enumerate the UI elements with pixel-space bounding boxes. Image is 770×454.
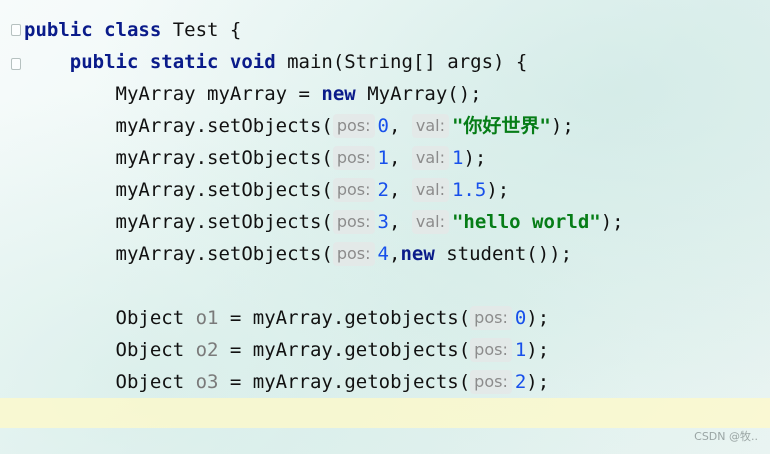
code-keyword: public static void	[69, 51, 276, 73]
code-line[interactable]: myArray.setObjects(pos: 3, val: "hello wor…	[0, 206, 770, 238]
code-text: );	[526, 339, 550, 361]
code-line[interactable]	[0, 270, 770, 302]
code-string: "hello world"	[451, 211, 601, 233]
code-text: = myArray.getobjects(	[218, 339, 471, 361]
watermark: CSDN @牧..	[694, 430, 758, 443]
code-keyword: new	[400, 243, 435, 265]
code-text: = myArray.getobjects(	[218, 371, 471, 393]
code-keyword: new	[321, 83, 356, 105]
code-line[interactable]: myArray.setObjects(pos: 2, val: 1.5);	[0, 174, 770, 206]
code-text: Object	[115, 307, 196, 329]
code-text: Object	[115, 371, 196, 393]
code-text: );	[526, 371, 550, 393]
code-text: student());	[434, 243, 573, 265]
code-text: );	[526, 307, 550, 329]
parameter-hint: pos:	[470, 338, 512, 362]
code-number: 1	[451, 147, 464, 169]
code-text: ,	[388, 179, 412, 201]
code-text: );	[550, 115, 574, 137]
code-text: myArray.setObjects(	[115, 211, 333, 233]
code-number: 4	[377, 243, 389, 265]
code-line[interactable]: public static void main(String[] args) {	[0, 46, 770, 78]
parameter-hint: val:	[411, 146, 449, 170]
code-keyword: public class	[24, 19, 162, 41]
code-text: Test {	[161, 19, 242, 41]
code-text: );	[600, 211, 624, 233]
code-text: Object	[115, 339, 196, 361]
code-number: 0	[377, 115, 389, 137]
parameter-hint: pos:	[470, 306, 512, 330]
parameter-hint: pos:	[470, 370, 512, 394]
parameter-hint: pos:	[332, 178, 375, 202]
code-line[interactable]: public class Test {	[0, 14, 770, 46]
code-text: MyArray();	[355, 83, 482, 105]
code-text: ,	[388, 243, 401, 265]
code-number: 2	[514, 371, 527, 393]
code-number: 1	[377, 147, 389, 169]
code-line[interactable]: Object o2 = myArray.getobjects(pos: 1);	[0, 334, 770, 366]
code-text: );	[486, 179, 510, 201]
code-number: 1.5	[451, 179, 487, 201]
parameter-hint: val:	[411, 114, 449, 138]
code-line[interactable]: MyArray myArray = new MyArray();	[0, 78, 770, 110]
code-text: main(String[] args) {	[275, 51, 528, 73]
code-text: ,	[388, 211, 412, 233]
code-number: 3	[377, 211, 389, 233]
parameter-hint: val:	[411, 178, 449, 202]
code-text: myArray.setObjects(	[115, 179, 333, 201]
code-variable: o3	[195, 371, 219, 393]
parameter-hint: pos:	[332, 146, 375, 170]
code-text: ,	[388, 147, 412, 169]
code-variable: o1	[195, 307, 219, 329]
code-text: myArray.setObjects(	[115, 243, 333, 265]
current-line-highlight	[0, 398, 770, 428]
code-line[interactable]: Object o3 = myArray.getobjects(pos: 2);	[0, 366, 770, 398]
parameter-hint: pos:	[332, 114, 375, 138]
parameter-hint: val:	[411, 210, 449, 234]
code-text: );	[463, 147, 487, 169]
code-text: myArray.setObjects(	[115, 147, 333, 169]
parameter-hint: pos:	[332, 242, 375, 266]
code-text: MyArray myArray =	[115, 83, 322, 105]
code-editor[interactable]: public class Test { public static void m…	[0, 14, 770, 398]
code-line[interactable]: myArray.setObjects(pos: 0, val: "你好世界");	[0, 110, 770, 142]
code-string: "你好世界"	[451, 115, 551, 137]
code-line[interactable]: myArray.setObjects(pos: 4,new student());	[0, 238, 770, 270]
code-variable: o2	[195, 339, 219, 361]
parameter-hint: pos:	[332, 210, 375, 234]
code-number: 1	[514, 339, 527, 361]
code-line[interactable]: Object o1 = myArray.getobjects(pos: 0);	[0, 302, 770, 334]
code-text: ,	[388, 115, 412, 137]
code-number: 2	[377, 179, 389, 201]
code-text: myArray.setObjects(	[115, 115, 333, 137]
code-number: 0	[514, 307, 527, 329]
code-text: = myArray.getobjects(	[218, 307, 471, 329]
code-line[interactable]: myArray.setObjects(pos: 1, val: 1);	[0, 142, 770, 174]
